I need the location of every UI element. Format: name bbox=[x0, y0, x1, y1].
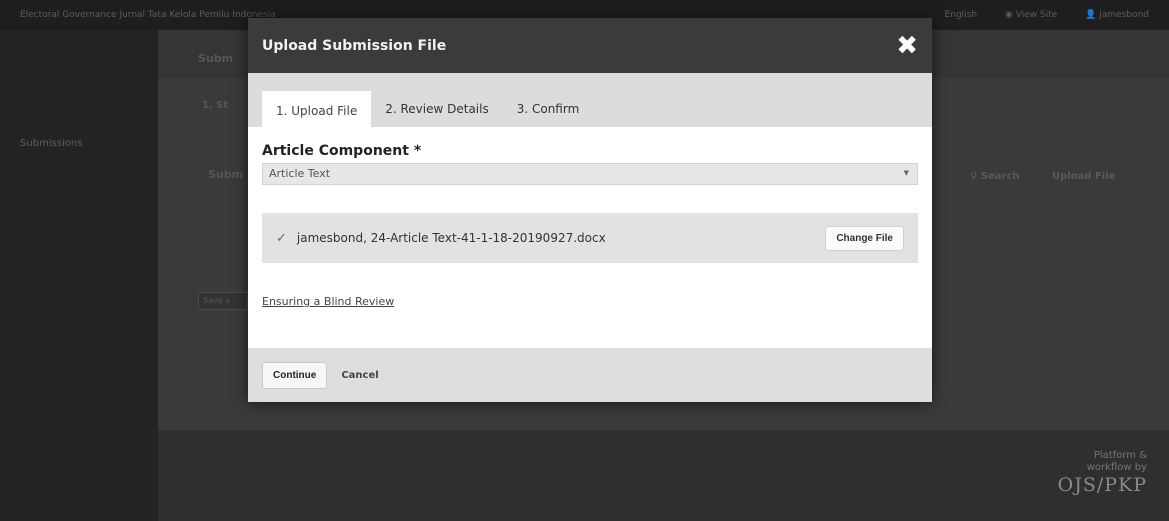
upload-submission-file-modal: Upload Submission File ✖ 1. Upload File … bbox=[248, 18, 932, 402]
footer-background bbox=[158, 430, 1169, 521]
background-heading: Subm bbox=[198, 52, 234, 65]
background-save-button[interactable]: Save a bbox=[198, 292, 248, 310]
ojs-pkp-badge[interactable]: Platform & workflow by OJS/PKP bbox=[1058, 450, 1147, 496]
sidebar: Submissions bbox=[0, 30, 158, 521]
view-site-link[interactable]: ◉ View Site bbox=[1005, 10, 1057, 20]
modal-footer: Continue Cancel bbox=[248, 348, 932, 402]
tab-confirm[interactable]: 3. Confirm bbox=[503, 91, 594, 127]
chevron-down-icon: ▼ bbox=[903, 169, 909, 177]
background-search-link[interactable]: ⚲ Search bbox=[970, 171, 1020, 182]
search-icon: ⚲ bbox=[970, 171, 981, 182]
continue-button[interactable]: Continue bbox=[262, 361, 328, 389]
background-tab[interactable]: 1. St bbox=[202, 100, 228, 111]
platform-line-1: Platform & bbox=[1093, 450, 1147, 461]
article-component-value: Article Text bbox=[269, 167, 331, 180]
uploaded-file-row: ✓ jamesbond, 24-Article Text-41-1-18-201… bbox=[262, 213, 918, 263]
modal-tabs: 1. Upload File 2. Review Details 3. Conf… bbox=[248, 73, 932, 127]
user-name: jamesbond bbox=[1099, 10, 1149, 20]
tab-upload-file[interactable]: 1. Upload File bbox=[262, 91, 372, 127]
check-icon: ✓ bbox=[276, 230, 287, 246]
language-switch[interactable]: English bbox=[945, 10, 978, 20]
modal-title: Upload Submission File bbox=[262, 37, 447, 54]
platform-line-2: workflow by bbox=[1086, 462, 1147, 473]
close-icon[interactable]: ✖ bbox=[896, 33, 918, 59]
user-icon: 👤 bbox=[1085, 10, 1100, 20]
uploaded-file-name: jamesbond, 24-Article Text-41-1-18-20190… bbox=[296, 231, 606, 245]
cancel-button[interactable]: Cancel bbox=[341, 370, 378, 381]
ojs-pkp-logo: OJS/PKP bbox=[1057, 474, 1147, 496]
modal-header: Upload Submission File ✖ bbox=[248, 18, 932, 73]
change-file-button[interactable]: Change File bbox=[825, 225, 904, 251]
article-component-label: Article Component * bbox=[262, 143, 422, 159]
top-bar-right: English ◉ View Site 👤 jamesbond bbox=[945, 10, 1149, 20]
search-label: Search bbox=[980, 171, 1020, 182]
modal-body: Article Component * Article Text ▼ ✓ jam… bbox=[248, 127, 932, 309]
sidebar-item-submissions[interactable]: Submissions bbox=[20, 138, 82, 149]
view-site-label: View Site bbox=[1015, 10, 1058, 20]
user-menu[interactable]: 👤 jamesbond bbox=[1085, 10, 1149, 20]
tab-review-details[interactable]: 2. Review Details bbox=[371, 91, 503, 127]
eye-icon: ◉ bbox=[1005, 10, 1016, 20]
blind-review-link[interactable]: Ensuring a Blind Review bbox=[262, 295, 394, 308]
background-upload-file-link[interactable]: Upload File bbox=[1052, 171, 1115, 182]
article-component-select[interactable]: Article Text ▼ bbox=[262, 163, 918, 185]
background-section-heading: Subm bbox=[208, 168, 244, 181]
